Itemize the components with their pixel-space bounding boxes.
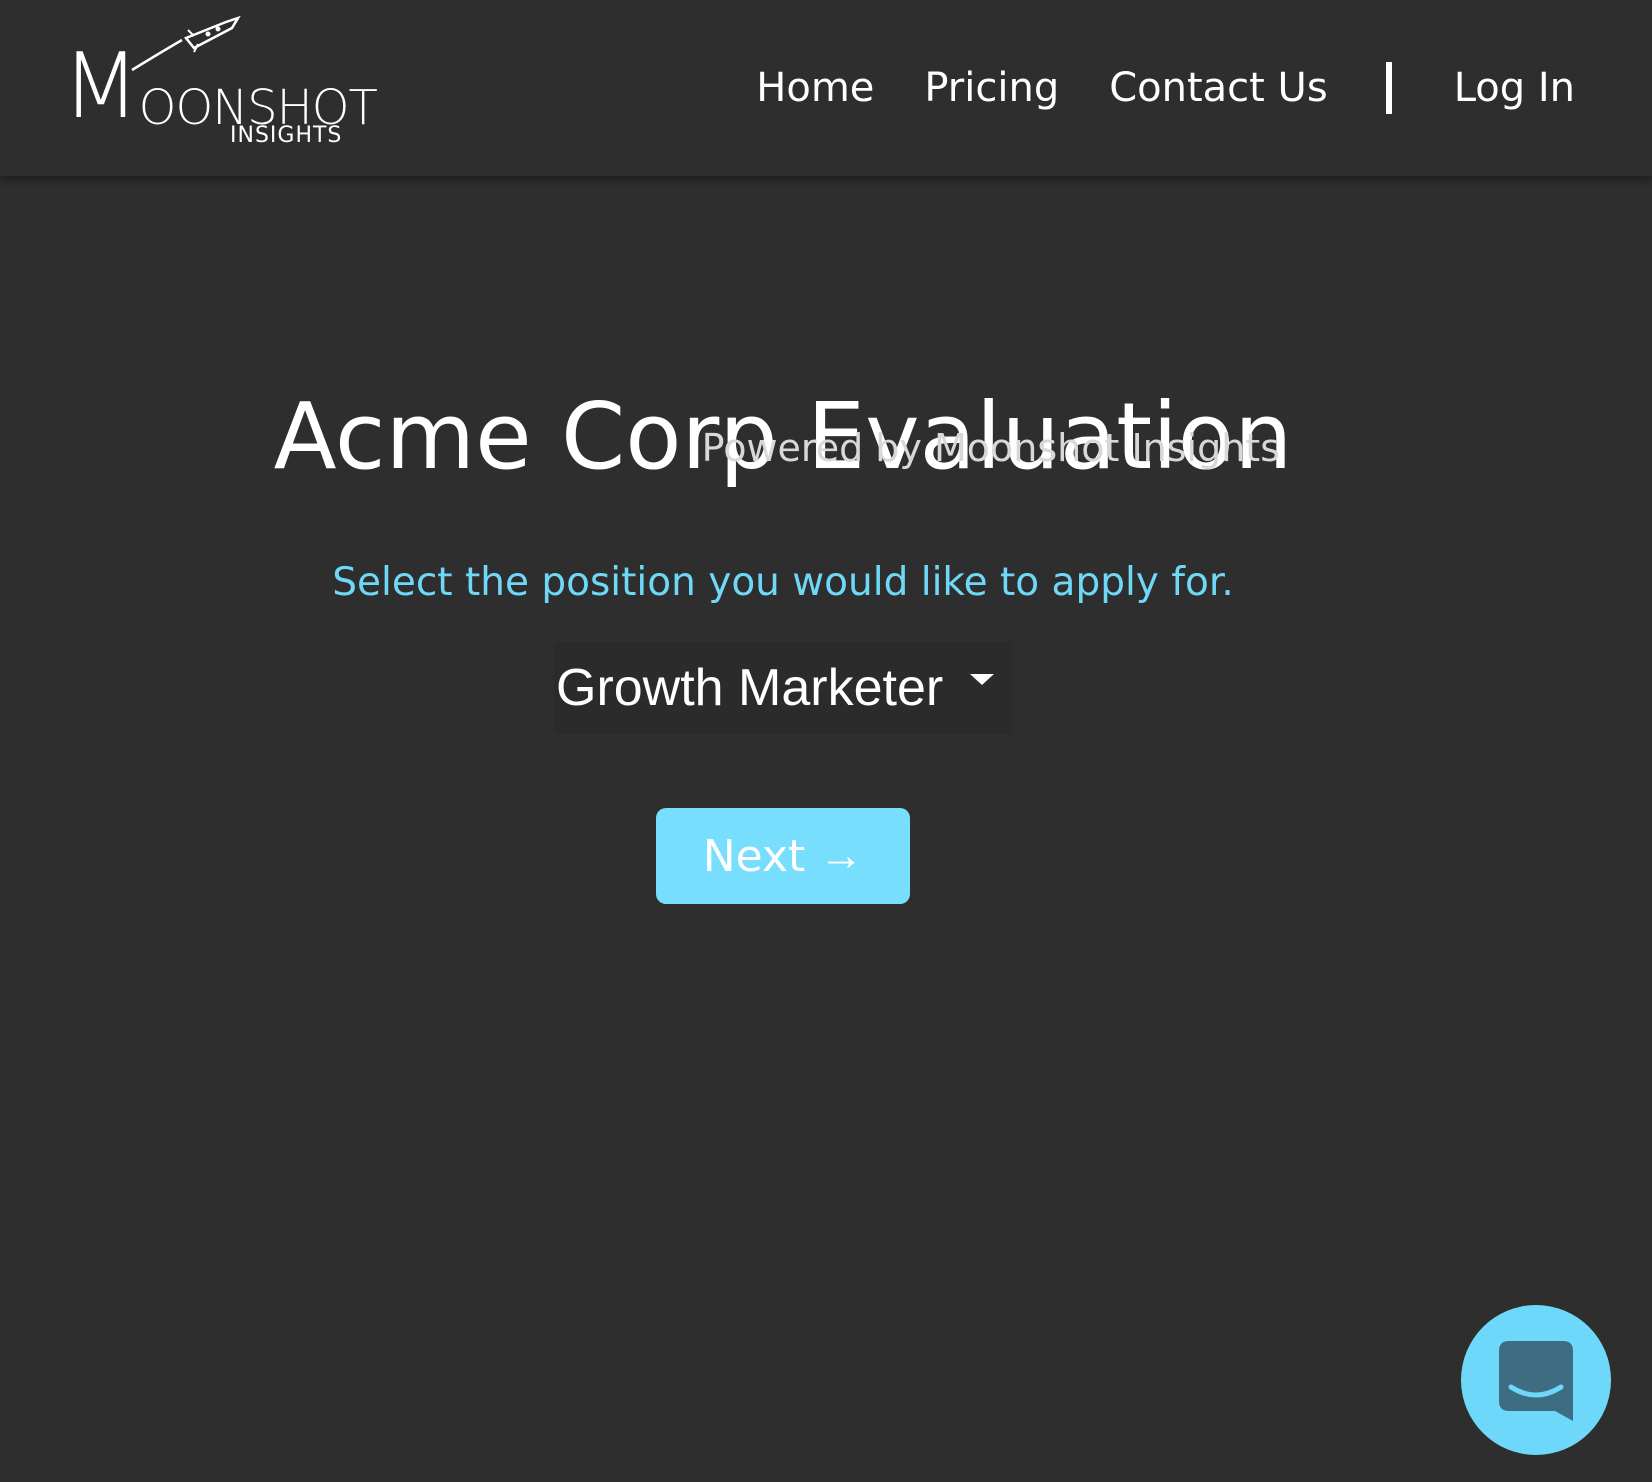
powered-by-text: Powered by Moonshot Insights xyxy=(701,426,1280,470)
chat-launcher-button[interactable] xyxy=(1461,1305,1611,1455)
top-navbar: MOONSHOT INSIGHTS Home Pricing Contact U… xyxy=(0,0,1652,176)
nav-divider xyxy=(1385,62,1392,114)
nav-pricing-link[interactable]: Pricing xyxy=(924,65,1059,111)
page: MOONSHOT INSIGHTS Home Pricing Contact U… xyxy=(0,0,1652,1482)
logo-wordmark-initial: M xyxy=(62,34,140,139)
next-button[interactable]: Next → xyxy=(656,808,910,904)
position-select[interactable]: Growth Marketer xyxy=(556,644,1010,732)
logo-wordmark: MOONSHOT xyxy=(62,42,378,133)
position-prompt: Select the position you would like to ap… xyxy=(332,560,1234,605)
nav-home-link[interactable]: Home xyxy=(756,65,874,111)
caret-down-icon xyxy=(970,674,994,685)
main-nav: Home Pricing Contact Us Log In xyxy=(756,62,1575,114)
position-select-value: Growth Marketer xyxy=(556,659,944,717)
chat-bubble-icon xyxy=(1499,1341,1573,1421)
arrow-right-icon: → xyxy=(819,831,864,880)
nav-login-link[interactable]: Log In xyxy=(1454,65,1575,111)
logo-subtitle: INSIGHTS xyxy=(230,123,343,148)
moonshot-insights-logo[interactable]: MOONSHOT INSIGHTS xyxy=(62,14,392,154)
next-button-label: Next xyxy=(702,830,806,882)
nav-contact-link[interactable]: Contact Us xyxy=(1109,65,1327,111)
